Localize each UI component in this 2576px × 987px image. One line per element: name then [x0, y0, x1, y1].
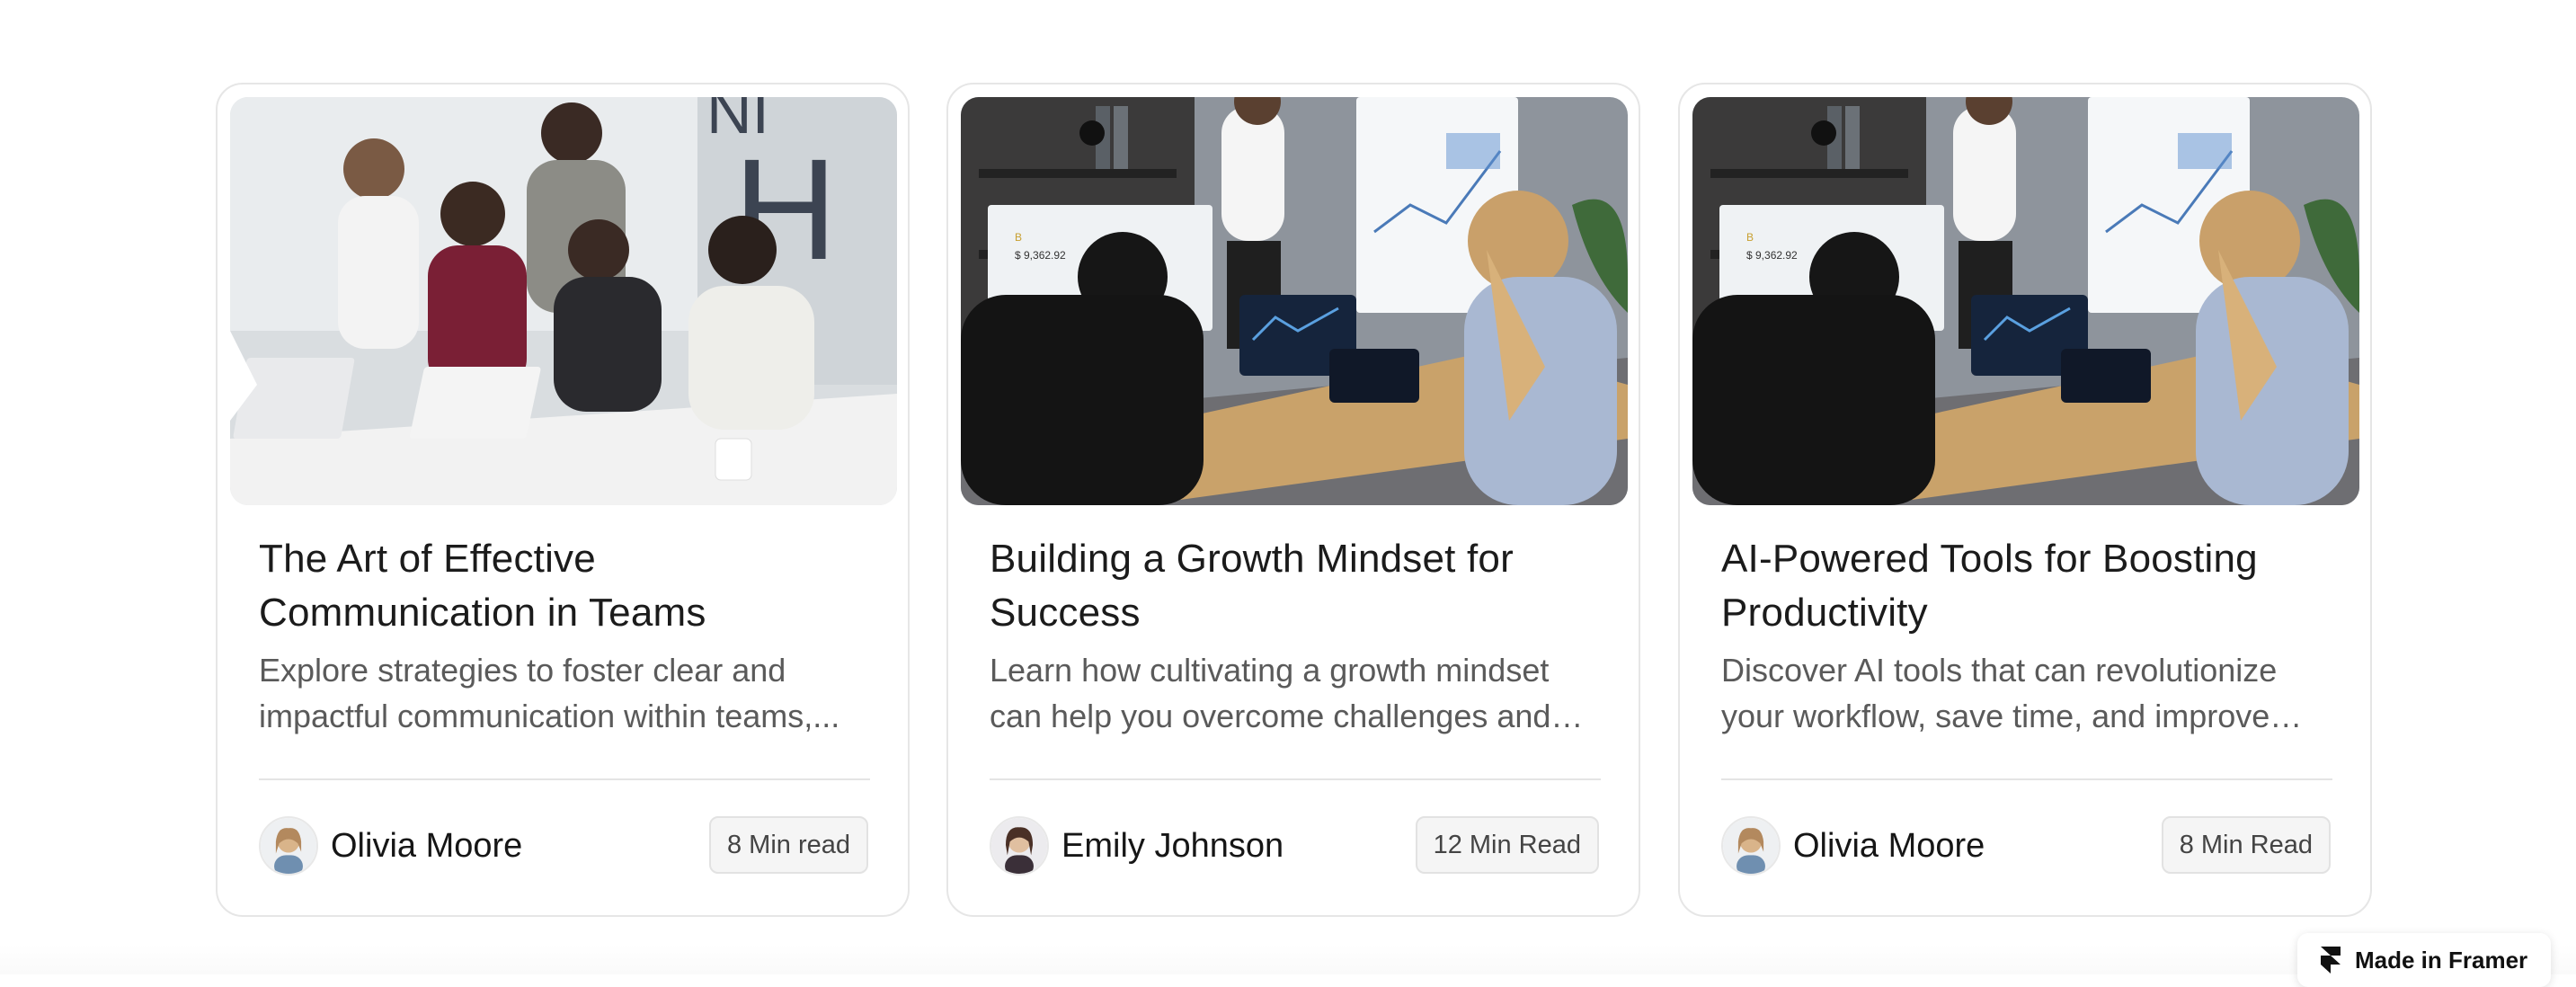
blog-card[interactable]: The Art of Effective Communication in Te… — [216, 83, 910, 917]
blog-card[interactable]: AI-Powered Tools for Boosting Productivi… — [1678, 83, 2372, 917]
card-title[interactable]: Building a Growth Mindset for Success — [990, 532, 1601, 640]
avatar — [990, 816, 1049, 876]
author-name: Emily Johnson — [1061, 826, 1284, 865]
card-description: Discover AI tools that can revolutionize… — [1721, 652, 2278, 734]
card-title[interactable]: AI-Powered Tools for Boosting Productivi… — [1721, 532, 2332, 640]
card-divider — [259, 778, 870, 780]
card-image[interactable] — [1692, 97, 2359, 505]
card-title[interactable]: The Art of Effective Communication in Te… — [259, 532, 870, 640]
card-description: Explore strategies to foster clear and i… — [259, 652, 840, 734]
made-in-framer-badge[interactable]: Made in Framer — [2297, 933, 2551, 987]
card-author: Olivia Moore — [1721, 814, 1985, 877]
card-author: Olivia Moore — [259, 814, 522, 877]
framer-logo-icon — [2321, 947, 2341, 974]
read-time-badge: 12 Min Read — [1415, 816, 1599, 874]
read-time-badge: 8 Min Read — [2161, 816, 2331, 874]
author-name: Olivia Moore — [331, 826, 523, 865]
page-bottom-fade — [0, 944, 2576, 974]
framer-badge-label: Made in Framer — [2355, 946, 2528, 974]
avatar — [259, 816, 318, 876]
card-divider — [1721, 778, 2332, 780]
card-image[interactable] — [230, 97, 897, 505]
card-description: Learn how cultivating a growth mindset c… — [990, 652, 1551, 734]
card-image[interactable] — [961, 97, 1628, 505]
card-author: Emily Johnson — [990, 814, 1284, 877]
author-name: Olivia Moore — [1793, 826, 1985, 865]
read-time-badge: 8 Min read — [708, 816, 868, 874]
blog-card-grid: The Art of Effective Communication in Te… — [216, 83, 2373, 919]
blog-card[interactable]: Building a Growth Mindset for Success Le… — [946, 83, 1640, 917]
card-divider — [990, 778, 1601, 780]
avatar — [1721, 816, 1781, 876]
